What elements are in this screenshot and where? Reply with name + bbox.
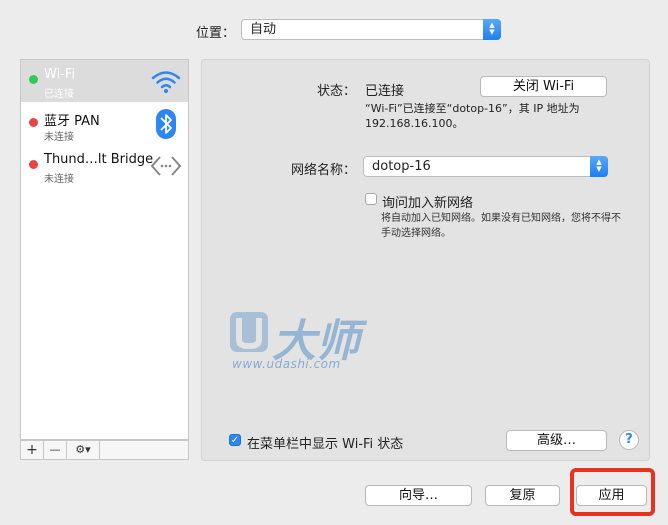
ask-join-description: 将自动加入已知网络。如果没有已知网络，您将不得不手动选择网络。	[381, 213, 621, 239]
select-stepper-icon: ▲ ▼	[483, 19, 501, 40]
gear-icon[interactable]: ⚙︎▾	[67, 441, 100, 459]
thunderbolt-bridge-icon	[150, 156, 182, 176]
service-status: 已连接	[44, 89, 74, 100]
add-service-button[interactable]: +	[21, 441, 44, 459]
service-status: 未连接	[44, 132, 74, 143]
apply-highlight-frame	[570, 468, 655, 516]
status-dot-red	[29, 118, 38, 127]
watermark-url: www.udashi.com	[232, 357, 341, 371]
service-list: Wi-Fi 已连接 蓝牙 PAN 未连接 Thund…lt Bridge 未连接	[20, 59, 189, 440]
show-in-menubar-label: 在菜单栏中显示 Wi-Fi 状态	[247, 437, 404, 452]
network-name-label: 网络名称：	[291, 163, 357, 178]
network-name-select[interactable]: dotop-16 ▲ ▼	[363, 156, 608, 177]
status-label: 状态：	[317, 84, 357, 99]
show-in-menubar-checkbox[interactable]: ✓	[229, 434, 241, 446]
service-status: 未连接	[44, 174, 74, 185]
service-list-toolbar: + — ⚙︎▾	[20, 440, 189, 460]
service-name: 蓝牙 PAN	[44, 114, 100, 129]
ask-join-label: 询问加入新网络	[382, 196, 474, 211]
location-label: 位置：	[196, 26, 236, 41]
service-name: Wi-Fi	[44, 67, 76, 82]
service-name: Thund…lt Bridge	[44, 152, 154, 167]
status-description: “Wi-Fi”已连接至“dotop-16”，其 IP 地址为 192.168.1…	[365, 102, 580, 130]
turn-off-wifi-button[interactable]: 关闭 Wi-Fi	[480, 76, 607, 97]
service-item-thunderbolt-bridge[interactable]: Thund…lt Bridge 未连接	[21, 145, 188, 187]
remove-service-button[interactable]: —	[44, 441, 67, 459]
status-dot-red	[29, 160, 38, 169]
location-select[interactable]: 自动 ▲ ▼	[241, 19, 501, 40]
select-stepper-icon: ▲ ▼	[590, 156, 608, 177]
status-value: 已连接	[365, 84, 405, 99]
assistant-button[interactable]: 向导…	[365, 485, 472, 506]
revert-button[interactable]: 复原	[485, 485, 560, 506]
wifi-icon	[151, 71, 181, 93]
network-name-value: dotop-16	[372, 159, 431, 174]
help-button[interactable]: ?	[619, 430, 639, 450]
location-value: 自动	[250, 22, 277, 37]
status-dot-green	[29, 75, 38, 84]
bluetooth-icon	[156, 109, 176, 139]
advanced-button[interactable]: 高级…	[506, 430, 607, 451]
ask-join-checkbox[interactable]	[365, 193, 377, 205]
service-item-bluetooth-pan[interactable]: 蓝牙 PAN 未连接	[21, 103, 188, 145]
service-item-wifi[interactable]: Wi-Fi 已连接	[21, 60, 188, 102]
